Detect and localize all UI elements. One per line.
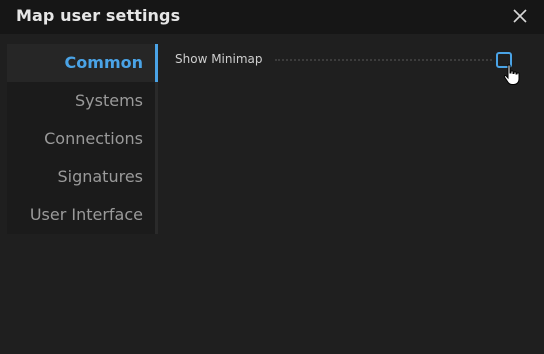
- dotted-leader: [275, 59, 492, 61]
- show-minimap-label: Show Minimap: [175, 52, 263, 66]
- sidebar-item-label: Signatures: [57, 167, 143, 186]
- sidebar-item-common[interactable]: Common: [7, 44, 158, 82]
- sidebar-item-label: Connections: [44, 129, 143, 148]
- sidebar-rail: [155, 120, 158, 158]
- active-indicator: [155, 44, 158, 82]
- sidebar-item-user-interface[interactable]: User Interface: [7, 196, 158, 234]
- sidebar-item-label: User Interface: [29, 205, 143, 224]
- dialog-title: Map user settings: [16, 6, 181, 25]
- close-icon: [513, 9, 527, 23]
- sidebar-item-label: Common: [64, 53, 143, 72]
- setting-row-show-minimap: Show Minimap: [175, 50, 520, 72]
- sidebar-item-connections[interactable]: Connections: [7, 120, 158, 158]
- settings-sidebar: Common Systems Connections Signatures Us…: [7, 44, 158, 234]
- close-button[interactable]: [510, 6, 530, 26]
- sidebar-rail: [155, 196, 158, 234]
- settings-dialog: Map user settings Common Systems Connect…: [0, 0, 544, 354]
- sidebar-item-systems[interactable]: Systems: [7, 82, 158, 120]
- hand-pointer-cursor-icon: [503, 64, 520, 85]
- sidebar-item-signatures[interactable]: Signatures: [7, 158, 158, 196]
- sidebar-rail: [155, 158, 158, 196]
- sidebar-item-label: Systems: [75, 91, 143, 110]
- sidebar-rail: [155, 82, 158, 120]
- titlebar: Map user settings: [0, 0, 544, 34]
